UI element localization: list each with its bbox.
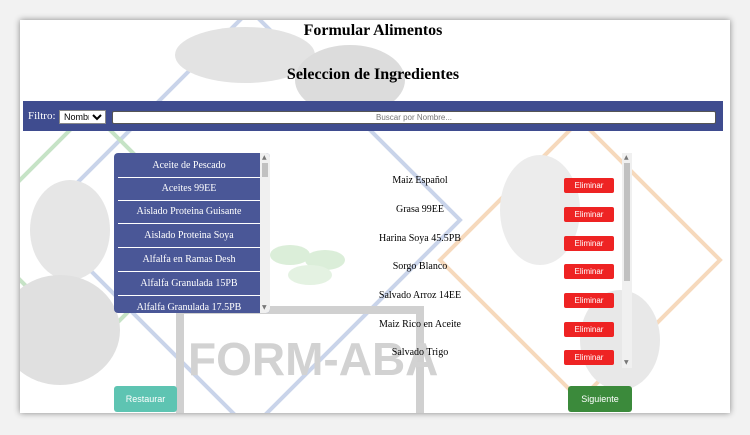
delete-button[interactable]: Eliminar [564,207,614,222]
filter-label: Filtro: [28,110,56,122]
selected-name: Maiz Español [392,175,448,186]
selected-name: Grasa 99EE [395,204,445,215]
scrollbar-thumb[interactable] [262,163,268,177]
ingredient-item[interactable]: Aislado Proteina Soya [118,225,260,248]
delete-button[interactable]: Eliminar [564,350,614,365]
selected-row: Harina Soya 45.5PB Eliminar [280,227,620,256]
selected-row: Salvado Trigo Eliminar [280,341,620,370]
scroll-up-arrow-icon[interactable]: ▲ [624,155,629,161]
next-button[interactable]: Siguiente [568,386,632,412]
selected-row: Sorgo Blanco Eliminar [280,255,620,284]
selected-name: Salvado Arroz 14EE [378,290,462,301]
scrollbar-thumb[interactable] [624,163,630,281]
page-title: Formular Alimentos [303,22,443,39]
page-subtitle: Seleccion de Ingredientes [286,66,460,83]
search-input[interactable] [112,111,716,124]
delete-button[interactable]: Eliminar [564,322,614,337]
delete-button[interactable]: Eliminar [564,264,614,279]
delete-button[interactable]: Eliminar [564,293,614,308]
selected-row: Grasa 99EE Eliminar [280,198,620,227]
scroll-down-arrow-icon[interactable]: ▼ [624,360,629,366]
app-window: FORM-ABA Formular Alimentos Seleccion de… [20,20,730,413]
ingredient-item[interactable]: Alfalfa Granulada 17.5PB [118,297,260,313]
selected-ingredients-panel: Maiz Español Eliminar Grasa 99EE Elimina… [280,153,632,368]
pig-icon [30,180,110,280]
ingredient-item[interactable]: Alfalfa Granulada 15PB [118,273,260,296]
ingredient-list-scrollbar[interactable]: ▲ ▼ [260,153,270,313]
selected-list-scrollbar[interactable]: ▲ ▼ [622,153,632,368]
cow-icon [20,275,120,385]
ingredient-item[interactable]: Alfalfa en Ramas Desh [118,249,260,272]
selected-row: Maiz Rico en Aceite Eliminar [280,313,620,342]
delete-button[interactable]: Eliminar [564,178,614,193]
selected-row: Salvado Arroz 14EE Eliminar [280,284,620,313]
scroll-up-arrow-icon[interactable]: ▲ [262,155,267,161]
filter-bar: Filtro: Nombre [23,101,723,131]
selected-name: Salvado Trigo [391,347,449,358]
selected-name: Maiz Rico en Aceite [379,319,461,330]
scroll-down-arrow-icon[interactable]: ▼ [262,305,267,311]
selected-row: Maiz Español Eliminar [280,169,620,198]
filter-select[interactable]: Nombre [59,110,106,124]
selected-name: Harina Soya 45.5PB [379,233,461,244]
ingredient-list[interactable]: Aceite de Pescado Aceites 99EE Aislado P… [114,153,270,313]
ingredient-item[interactable]: Aislado Proteina Guisante [118,201,260,224]
selected-name: Sorgo Blanco [392,261,448,272]
delete-button[interactable]: Eliminar [564,236,614,251]
ingredient-item[interactable]: Aceites 99EE [118,178,260,201]
ingredient-item[interactable]: Aceite de Pescado [118,155,260,178]
restore-button[interactable]: Restaurar [114,386,177,412]
